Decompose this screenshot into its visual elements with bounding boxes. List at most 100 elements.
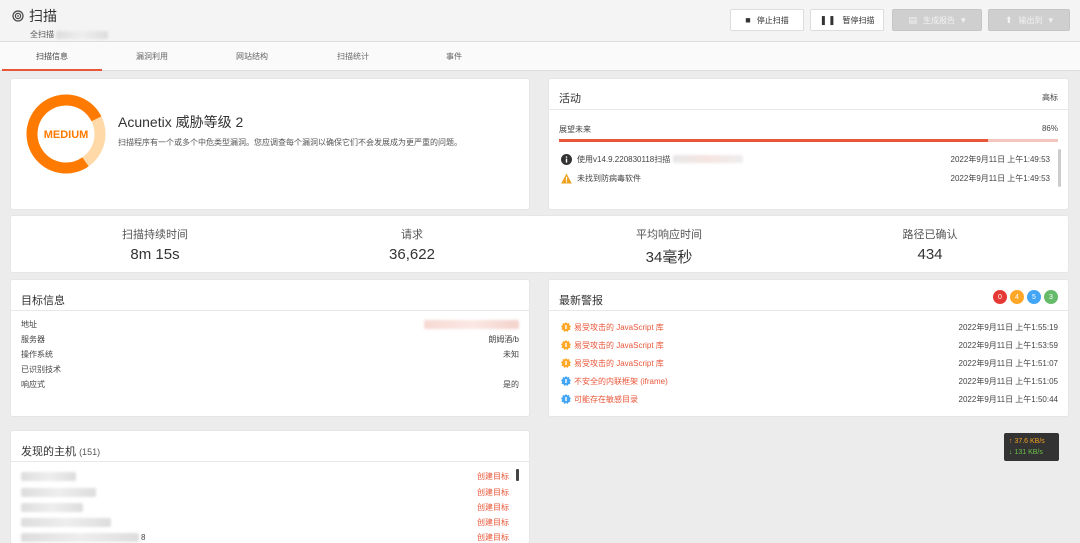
alert-time: 2022年9月11日 上午1:55:19 [958, 322, 1058, 332]
activity-time: 2022年9月11日 上午1:49:53 [950, 173, 1050, 183]
tab-events[interactable]: 事件 [404, 42, 504, 71]
scan-profile-text: 全扫描 [30, 30, 54, 39]
badge-info[interactable]: 3 [1044, 290, 1058, 304]
progress-percent: 86% [1041, 124, 1058, 133]
caret-down-icon: ▾ [960, 14, 966, 25]
host-row: 创建目标 [21, 500, 509, 514]
host-suffix: 8 [141, 532, 146, 542]
report-icon: ▤ [908, 14, 917, 25]
target-key: 服务器 [21, 334, 45, 344]
stat-value: 434 [917, 246, 943, 263]
stat-response-time: 平均响应时间 34毫秒 [569, 226, 769, 267]
activity-title: 活动 [559, 93, 581, 105]
stop-icon: ■ [745, 15, 751, 25]
tab-bar: 扫描信息 漏洞利用 网站结构 扫描统计 事件 [0, 42, 1080, 71]
redacted-host [21, 487, 96, 497]
stat-label: 请求 [401, 229, 423, 241]
page-title-text: 扫描 [29, 8, 57, 24]
export-label: 输出到 [1018, 15, 1043, 25]
stat-duration: 扫描持续时间 8m 15s [55, 226, 255, 263]
scan-stats-card: 扫描持续时间 8m 15s 请求 36,622 平均响应时间 34毫秒 路径已确… [11, 216, 1068, 272]
info-icon [561, 153, 572, 165]
redacted-address [424, 319, 519, 329]
latest-alerts-title: 最新警报 [559, 295, 603, 307]
create-target-link[interactable]: 创建目标 [477, 502, 509, 513]
alert-time: 2022年9月11日 上午1:53:59 [958, 340, 1058, 350]
stat-label: 扫描持续时间 [122, 229, 188, 241]
tab-site-structure[interactable]: 网站结构 [202, 42, 302, 71]
host-row: 创建目标 [21, 485, 509, 499]
alert-row[interactable]: 可能存在敏感目录 2022年9月11日 上午1:50:44 [561, 392, 1058, 406]
generate-report-button[interactable]: ▤ 生成报告 ▾ [892, 9, 982, 31]
hosts-scrollbar[interactable] [516, 469, 519, 481]
alert-time: 2022年9月11日 上午1:50:44 [958, 394, 1058, 404]
threat-description: 扫描程序有一个或多个中危类型漏洞。您应调查每个漏洞以确保它们不会发展成为更严重的… [118, 138, 462, 147]
create-target-link[interactable]: 创建目标 [477, 517, 509, 528]
tab-vulnerabilities[interactable]: 漏洞利用 [102, 42, 202, 71]
alert-name: 易受攻击的 JavaScript 库 [574, 340, 664, 350]
stat-requests: 请求 36,622 [312, 226, 512, 263]
threat-level-gauge: MEDIUM [26, 94, 106, 174]
host-row: 创建目标 [21, 515, 509, 529]
alert-count-badges: 0 4 5 3 [993, 290, 1058, 304]
stat-label: 路径已确认 [902, 229, 958, 241]
redacted-target [56, 30, 108, 39]
host-row: 创建目标 [21, 469, 509, 483]
create-target-link[interactable]: 创建目标 [477, 471, 509, 482]
scan-profile: 全扫描 [30, 29, 108, 40]
alert-row[interactable]: 不安全的内联框架 (iframe) 2022年9月11日 上午1:51:05 [561, 374, 1058, 388]
stop-scan-label: 停止扫描 [756, 15, 789, 25]
bug-orange-icon [561, 358, 571, 368]
target-value: 是的 [503, 379, 519, 389]
stop-scan-button[interactable]: ■ 停止扫描 [730, 9, 804, 31]
activity-row: 未找到防病毒软件 2022年9月11日 上午1:49:53 [561, 171, 1050, 185]
stat-value: 36,622 [389, 246, 435, 263]
create-target-link[interactable]: 创建目标 [477, 532, 509, 543]
pause-scan-button[interactable]: ❚❚ 暂停扫描 [810, 9, 884, 31]
divider [11, 461, 529, 462]
alert-name: 易受攻击的 JavaScript 库 [574, 322, 664, 332]
alert-row[interactable]: 易受攻击的 JavaScript 库 2022年9月11日 上午1:51:07 [561, 356, 1058, 370]
target-row-os: 操作系统 未知 [21, 347, 519, 361]
activity-scrollbar[interactable] [1058, 149, 1061, 187]
threat-title: Acunetix 威胁等级 2 [118, 114, 244, 130]
tab-scan-info[interactable]: 扫描信息 [2, 42, 102, 71]
threat-level-card: MEDIUM Acunetix 威胁等级 2 扫描程序有一个或多个中危类型漏洞。… [11, 79, 529, 209]
pause-scan-label: 暂停扫描 [842, 15, 875, 25]
divider [549, 310, 1068, 311]
badge-low[interactable]: 5 [1027, 290, 1041, 304]
pause-icon: ❚❚ [819, 14, 837, 25]
target-key: 响应式 [21, 379, 45, 389]
redacted-host [21, 471, 76, 481]
alert-time: 2022年9月11日 上午1:51:05 [958, 376, 1058, 386]
activity-row: 使用v14.9.220830118扫描 2022年9月11日 上午1:49:53 [561, 152, 1050, 166]
target-key: 操作系统 [21, 349, 53, 359]
target-info-card: 目标信息 地址 服务器 朗姆酒/b 操作系统 未知 已识别技术 响应式 是的 [11, 280, 529, 416]
activity-link[interactable]: 高标 [1042, 92, 1058, 103]
target-key: 已识别技术 [21, 364, 61, 374]
latest-alerts-card: 最新警报 0 4 5 3 易受攻击的 JavaScript 库 2022年9月1… [549, 280, 1068, 416]
target-info-title: 目标信息 [21, 295, 65, 307]
badge-high[interactable]: 0 [993, 290, 1007, 304]
export-icon: ⬆ [1004, 14, 1013, 25]
target-row-address: 地址 [21, 317, 519, 331]
bug-blue-icon [561, 376, 571, 386]
hosts-count: (151) [79, 447, 101, 457]
create-target-link[interactable]: 创建目标 [477, 487, 509, 498]
alert-row[interactable]: 易受攻击的 JavaScript 库 2022年9月11日 上午1:53:59 [561, 338, 1058, 352]
alert-row[interactable]: 易受攻击的 JavaScript 库 2022年9月11日 上午1:55:19 [561, 320, 1058, 334]
activity-text: 未找到防病毒软件 [577, 173, 641, 183]
target-value: 未知 [503, 349, 519, 359]
tab-scan-stats[interactable]: 扫描统计 [303, 42, 403, 71]
badge-medium[interactable]: 4 [1010, 290, 1024, 304]
discovered-hosts-card: 发现的主机 (151) 创建目标 创建目标 创建目标 创建目标 8 创建目标 [11, 431, 529, 543]
target-row-responsive: 响应式 是的 [21, 377, 519, 391]
discovered-hosts-title: 发现的主机 (151) [21, 443, 100, 459]
progress-bar [559, 139, 1058, 142]
export-button[interactable]: ⬆ 输出到 ▾ [988, 9, 1070, 31]
warning-icon [561, 173, 572, 183]
alert-time: 2022年9月11日 上午1:51:07 [958, 358, 1058, 368]
bug-blue-icon [561, 394, 571, 404]
divider [549, 109, 1068, 110]
target-row-tech: 已识别技术 [21, 362, 519, 376]
